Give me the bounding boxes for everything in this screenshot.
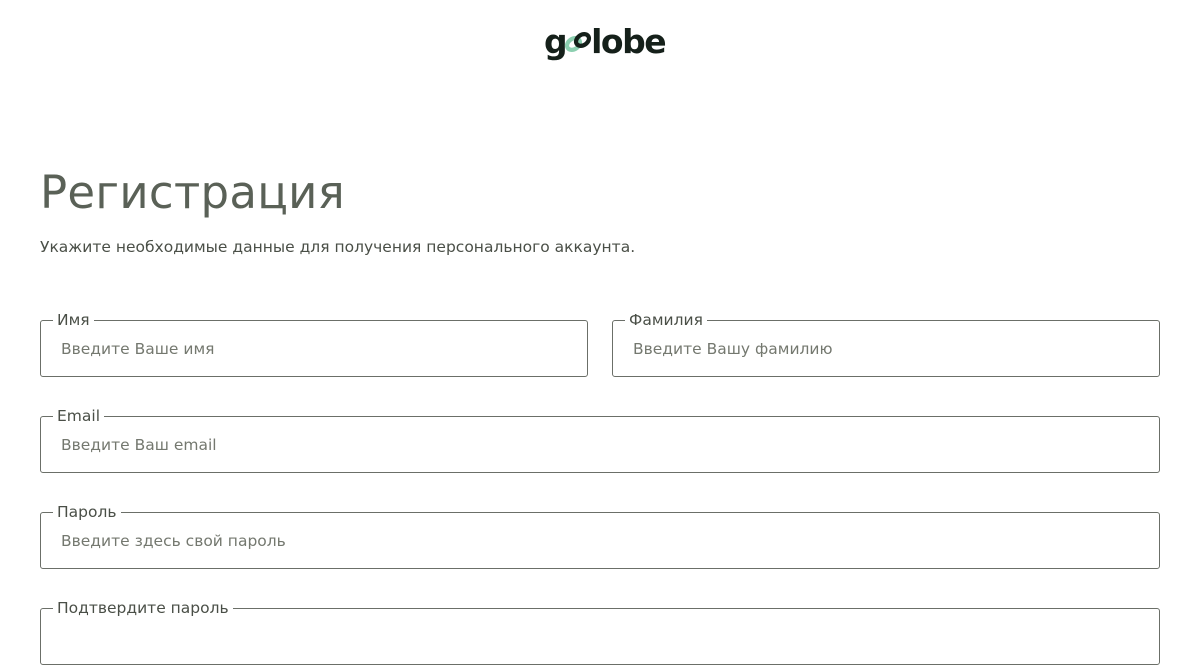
email-label: Email [53, 406, 105, 426]
logo-letter-g: g [544, 21, 568, 61]
password-field[interactable]: Пароль [40, 502, 1160, 569]
password-label: Пароль [53, 502, 121, 522]
brand-logo[interactable]: g lobe [544, 20, 667, 62]
password-input[interactable] [41, 513, 1159, 568]
email-field[interactable]: Email [40, 406, 1160, 473]
first-name-label: Имя [53, 310, 94, 330]
first-name-field[interactable]: Имя [40, 310, 588, 377]
logo-wordmark: g lobe [544, 21, 667, 61]
confirm-password-label: Подтвердите пароль [53, 598, 233, 618]
page-subtitle: Укажите необходимые данные для получения… [40, 238, 636, 256]
email-input[interactable] [41, 417, 1159, 472]
confirm-password-field[interactable]: Подтвердите пароль [40, 598, 1160, 665]
page-title: Регистрация [40, 166, 346, 219]
last-name-field[interactable]: Фамилия [612, 310, 1160, 377]
first-name-input[interactable] [41, 321, 587, 376]
logo-letters-lobe: lobe [591, 21, 667, 61]
last-name-label: Фамилия [625, 310, 707, 330]
link-chain-icon [565, 32, 592, 52]
